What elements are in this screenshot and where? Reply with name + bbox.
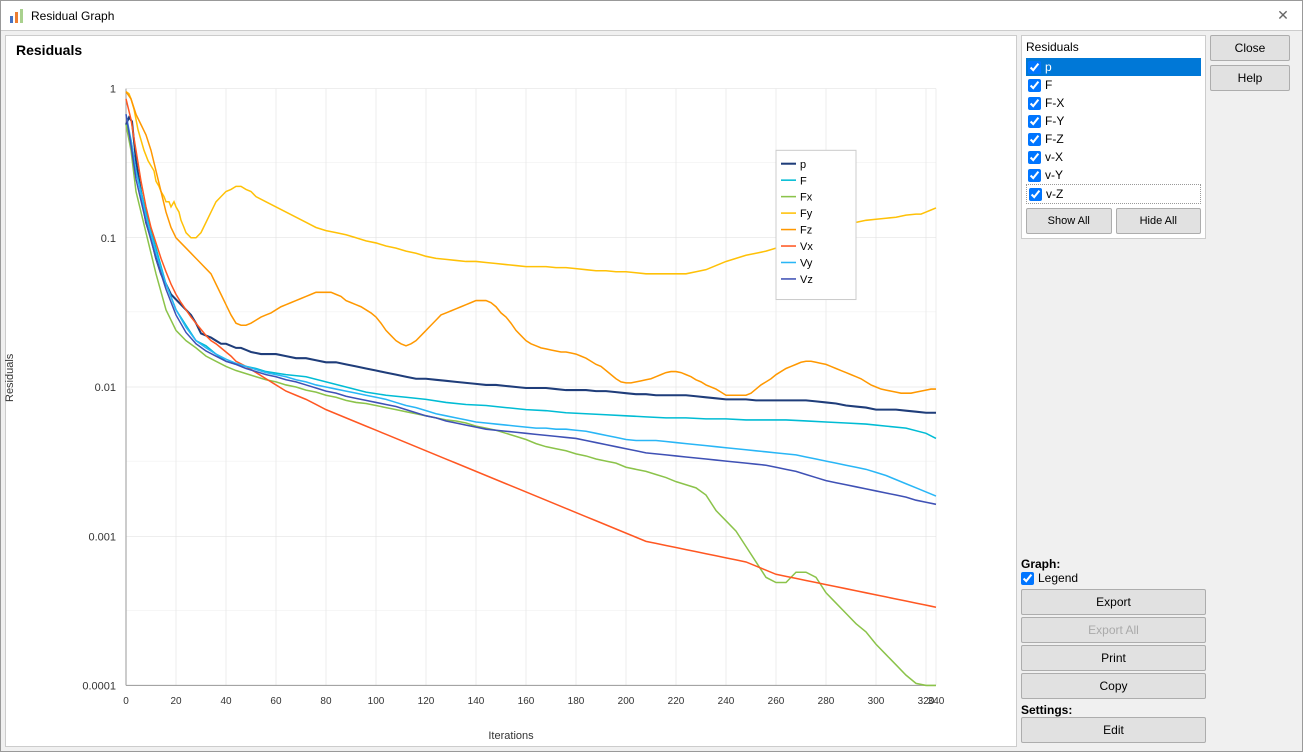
- svg-text:p: p: [800, 159, 806, 171]
- legend-checkbox[interactable]: [1021, 572, 1034, 585]
- export-all-button[interactable]: Export All: [1021, 617, 1206, 643]
- y-axis-label: Residuals: [4, 354, 16, 402]
- svg-text:0.0001: 0.0001: [82, 680, 116, 692]
- svg-text:120: 120: [418, 696, 435, 706]
- svg-text:300: 300: [868, 696, 885, 706]
- window-title: Residual Graph: [31, 9, 114, 23]
- residual-checkbox-vz[interactable]: [1029, 188, 1042, 201]
- svg-text:20: 20: [170, 696, 181, 706]
- chart-svg: 1 0.1 0.01 0.001 0.0001 0 20 40 60 80 10…: [66, 68, 966, 706]
- far-right-panel: Close Help: [1210, 35, 1298, 747]
- help-button[interactable]: Help: [1210, 65, 1290, 91]
- residuals-panel: Residuals p F F-X: [1021, 35, 1206, 239]
- residual-label-vy: v-Y: [1045, 168, 1199, 182]
- residual-item-vy[interactable]: v-Y: [1026, 166, 1201, 184]
- svg-text:340: 340: [928, 696, 945, 706]
- copy-button[interactable]: Copy: [1021, 673, 1206, 699]
- svg-text:F: F: [800, 175, 807, 187]
- residual-item-fz[interactable]: F-Z: [1026, 130, 1201, 148]
- svg-text:0: 0: [123, 696, 129, 706]
- print-button[interactable]: Print: [1021, 645, 1206, 671]
- svg-text:Fy: Fy: [800, 208, 813, 220]
- legend-text: Legend: [1038, 571, 1078, 585]
- svg-text:260: 260: [768, 696, 785, 706]
- svg-text:220: 220: [668, 696, 685, 706]
- settings-label: Settings:: [1021, 703, 1206, 717]
- residual-checkbox-fz[interactable]: [1028, 133, 1041, 146]
- svg-text:Vy: Vy: [800, 257, 813, 269]
- svg-text:280: 280: [818, 696, 835, 706]
- residual-label-fz: F-Z: [1045, 132, 1199, 146]
- edit-button[interactable]: Edit: [1021, 717, 1206, 743]
- hide-all-button[interactable]: Hide All: [1116, 208, 1202, 234]
- residual-checkbox-vx[interactable]: [1028, 151, 1041, 164]
- residual-item-fx[interactable]: F-X: [1026, 94, 1201, 112]
- svg-text:200: 200: [618, 696, 635, 706]
- residual-list: p F F-X F-Y: [1026, 58, 1201, 204]
- svg-text:40: 40: [220, 696, 231, 706]
- residual-item-fy[interactable]: F-Y: [1026, 112, 1201, 130]
- close-button[interactable]: Close: [1210, 35, 1290, 61]
- residual-checkbox-fy[interactable]: [1028, 115, 1041, 128]
- residual-checkbox-f[interactable]: [1028, 79, 1041, 92]
- svg-text:100: 100: [368, 696, 385, 706]
- residual-label-fx: F-X: [1045, 96, 1199, 110]
- chart-area: Residuals Residuals Iterations: [5, 35, 1017, 747]
- svg-text:Fz: Fz: [800, 225, 813, 237]
- svg-text:Vz: Vz: [800, 274, 813, 286]
- residual-graph-window: Residual Graph ✕ Residuals Residuals Ite…: [0, 0, 1303, 752]
- svg-text:60: 60: [270, 696, 281, 706]
- svg-text:180: 180: [568, 696, 585, 706]
- svg-text:0.1: 0.1: [101, 233, 116, 245]
- title-bar: Residual Graph ✕: [1, 1, 1302, 31]
- residual-item-vx[interactable]: v-X: [1026, 148, 1201, 166]
- svg-text:1: 1: [110, 84, 116, 96]
- svg-text:140: 140: [468, 696, 485, 706]
- svg-text:Vx: Vx: [800, 241, 813, 253]
- x-axis-label: Iterations: [488, 730, 533, 742]
- chart-title: Residuals: [6, 36, 1016, 58]
- residuals-panel-title: Residuals: [1026, 40, 1201, 54]
- residual-label-fy: F-Y: [1045, 114, 1199, 128]
- residual-label-vz: v-Z: [1046, 187, 1198, 201]
- residual-item-vz[interactable]: v-Z: [1026, 184, 1201, 204]
- legend-row: Legend: [1021, 571, 1206, 585]
- title-bar-left: Residual Graph: [9, 8, 114, 24]
- svg-text:Fx: Fx: [800, 192, 813, 204]
- svg-text:0.001: 0.001: [88, 531, 116, 543]
- export-button[interactable]: Export: [1021, 589, 1206, 615]
- svg-text:80: 80: [320, 696, 331, 706]
- svg-text:0.01: 0.01: [95, 382, 116, 394]
- residual-label-p: p: [1045, 60, 1199, 74]
- residual-item-f[interactable]: F: [1026, 76, 1201, 94]
- chart-container: Residuals Iterations: [6, 58, 1016, 746]
- svg-text:160: 160: [518, 696, 535, 706]
- residual-checkbox-fx[interactable]: [1028, 97, 1041, 110]
- close-window-button[interactable]: ✕: [1272, 5, 1294, 27]
- residual-checkbox-p[interactable]: [1028, 61, 1041, 74]
- residual-label-f: F: [1045, 78, 1199, 92]
- residual-checkbox-vy[interactable]: [1028, 169, 1041, 182]
- middle-panel: Residuals p F F-X: [1021, 35, 1206, 747]
- residual-label-vx: v-X: [1045, 150, 1199, 164]
- graph-section: Graph: Legend Export Export All Print Co…: [1021, 557, 1206, 743]
- main-content: Residuals Residuals Iterations: [1, 31, 1302, 751]
- chart-icon: [9, 8, 25, 24]
- residual-item-p[interactable]: p: [1026, 58, 1201, 76]
- show-all-button[interactable]: Show All: [1026, 208, 1112, 234]
- show-hide-row: Show All Hide All: [1026, 208, 1201, 234]
- graph-label: Graph:: [1021, 557, 1206, 571]
- svg-text:240: 240: [718, 696, 735, 706]
